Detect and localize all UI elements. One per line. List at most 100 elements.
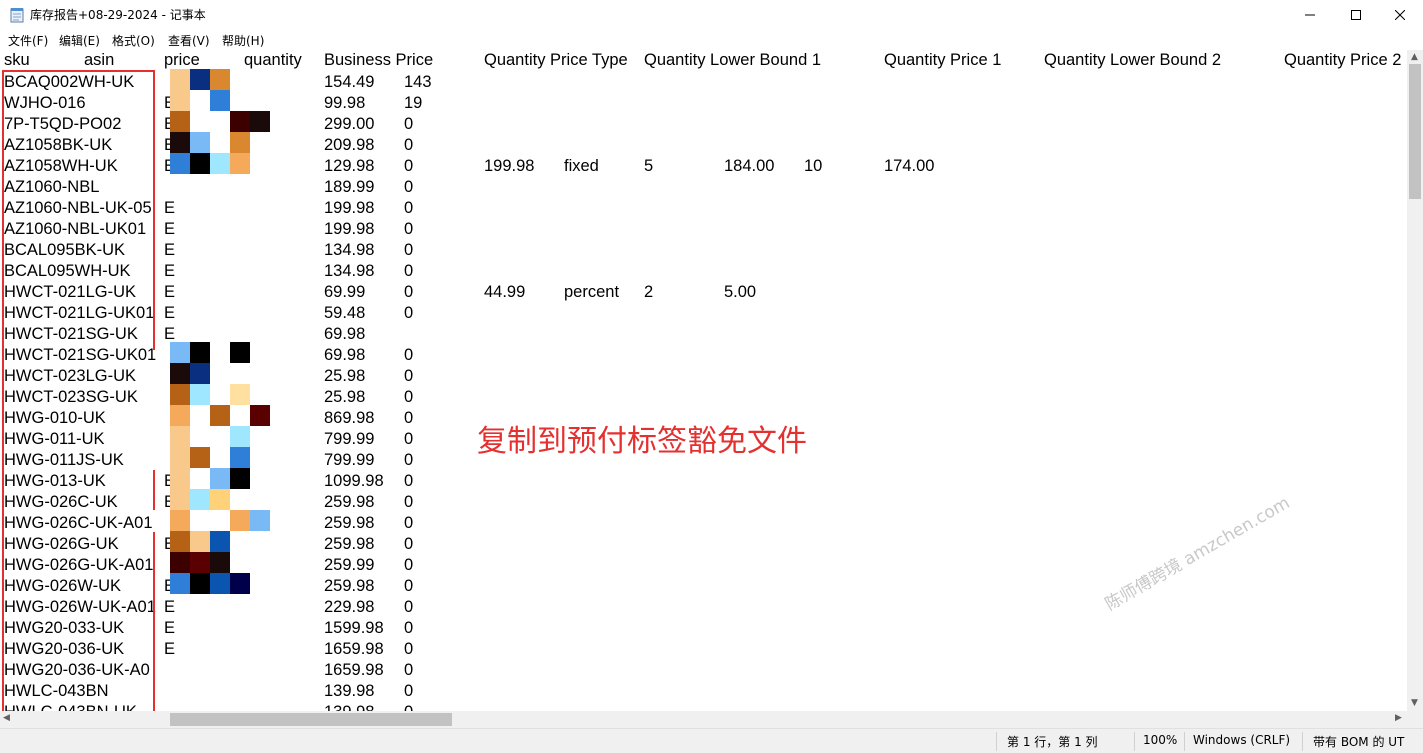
mosaic-pixel [170,552,190,573]
mosaic-pixel [250,111,270,132]
cell-quantity-business-price: 44.99 [484,283,526,301]
scroll-up-icon[interactable]: ▲ [1411,52,1418,62]
mosaic-pixel [190,489,210,510]
minimize-button[interactable] [1287,0,1333,30]
cell-quantity: 0 [404,640,414,658]
annotation-bracket-right [153,470,155,510]
text-editor[interactable]: sku asin price quantity Business Price Q… [0,50,1407,711]
close-button[interactable] [1377,0,1423,30]
mosaic-pixel [210,531,230,552]
cell-business-price: 259.98 [324,535,375,553]
vertical-scroll-thumb[interactable] [1409,64,1421,199]
cell-quantity-lower-bound-1: 2 [644,283,654,301]
mosaic-pixel [190,153,210,174]
cell-business-price: 139.98 [324,702,374,711]
cell-quantity: 0 [404,556,414,574]
cell-business-price: 134.98 [324,241,375,259]
header-quantity-lower-bound-2: Quantity Lower Bound 2 [1044,51,1222,69]
scroll-down-icon[interactable]: ▼ [1411,698,1418,708]
cell-quantity: 0 [404,304,414,322]
cell-quantity-price-type: percent [564,283,620,301]
cell-quantity-lower-bound-2: 10 [804,157,823,175]
mosaic-pixel [210,153,230,174]
cell-quantity: 0 [404,178,414,196]
cell-quantity: 0 [404,430,414,448]
header-asin: asin [84,51,115,69]
mosaic-pixel [210,90,230,111]
mosaic-pixel [230,342,250,363]
mosaic-pixel [170,405,190,426]
cell-quantity: 0 [404,262,414,280]
scroll-left-icon[interactable]: ◀ [3,713,10,723]
cell-business-price: 25.98 [324,388,366,406]
horizontal-scroll-thumb[interactable] [170,713,452,726]
cell-business-price: 209.98 [324,136,375,154]
mosaic-pixel [170,489,190,510]
mosaic-pixel [170,384,190,405]
mosaic-pixel [190,132,210,153]
table-row: HWG20-036-UK E 1659.98 0 [0,639,1407,660]
status-bar: 第 1 行，第 1 列 100% Windows (CRLF) 带有 BOM 的… [0,728,1423,753]
mosaic-pixel [230,426,250,447]
mosaic-pixel [190,552,210,573]
menu-help[interactable]: 帮助(H) [222,32,264,49]
header-business-price: Business Price [324,51,434,69]
status-separator [1134,732,1135,751]
annotation-bracket-right [153,70,155,198]
cell-business-price: 134.98 [324,262,375,280]
cell-quantity: 0 [404,367,414,385]
cell-quantity: 143 [404,73,432,91]
cell-business-price: 69.98 [324,346,366,364]
cell-quantity: 0 [404,619,414,637]
menu-format[interactable]: 格式(O) [112,32,155,49]
menu-view[interactable]: 查看(V) [168,32,210,49]
mosaic-pixel [210,468,230,489]
cell-business-price: 129.98 [324,157,375,175]
cell-quantity: 0 [404,220,414,238]
mosaic-pixel [230,468,250,489]
mosaic-pixel [190,342,210,363]
status-separator [996,732,997,751]
annotation-bracket [2,70,155,711]
cell-business-price: 69.98 [324,325,366,343]
cell-business-price: 1599.98 [324,619,384,637]
status-line-ending: Windows (CRLF) [1193,733,1291,747]
mosaic-pixel [210,69,230,90]
header-quantity-lower-bound-1: Quantity Lower Bound 1 [644,51,822,69]
mosaic-pixel [230,573,250,594]
cell-quantity: 0 [404,598,414,616]
cell-business-price: 189.99 [324,178,375,196]
mosaic-pixel [190,573,210,594]
cell-business-price: 259.98 [324,514,375,532]
cell-business-price: 229.98 [324,598,375,616]
status-separator [1184,732,1185,751]
mosaic-pixel [250,510,270,531]
mosaic-pixel [210,405,230,426]
status-zoom: 100% [1143,733,1178,747]
mosaic-pixel [170,153,190,174]
mosaic-pixel [170,363,190,384]
cell-business-price: 799.99 [324,451,375,469]
cell-asin: E [164,640,176,658]
cell-quantity: 0 [404,115,414,133]
maximize-button[interactable] [1333,0,1379,30]
cell-business-price: 259.98 [324,493,375,511]
mosaic-pixel [170,342,190,363]
notepad-icon [10,8,24,23]
header-quantity-price-2: Quantity Price 2 [1284,51,1402,69]
scroll-right-icon[interactable]: ▶ [1395,713,1402,723]
cell-quantity-lower-bound-1: 5 [644,157,654,175]
menu-edit[interactable]: 编辑(E) [59,32,100,49]
menu-file[interactable]: 文件(F) [8,32,48,49]
cell-business-price: 799.99 [324,430,375,448]
cell-business-price: 99.98 [324,94,366,112]
cell-quantity-business-price: 199.98 [484,157,535,175]
mosaic-pixel [210,489,230,510]
mosaic-pixel [170,573,190,594]
minimize-icon [1305,14,1315,16]
mosaic-pixel [250,405,270,426]
cell-quantity: 0 [404,682,414,700]
mosaic-pixel [170,531,190,552]
mosaic-pixel [170,447,190,468]
mosaic-pixel [190,447,210,468]
